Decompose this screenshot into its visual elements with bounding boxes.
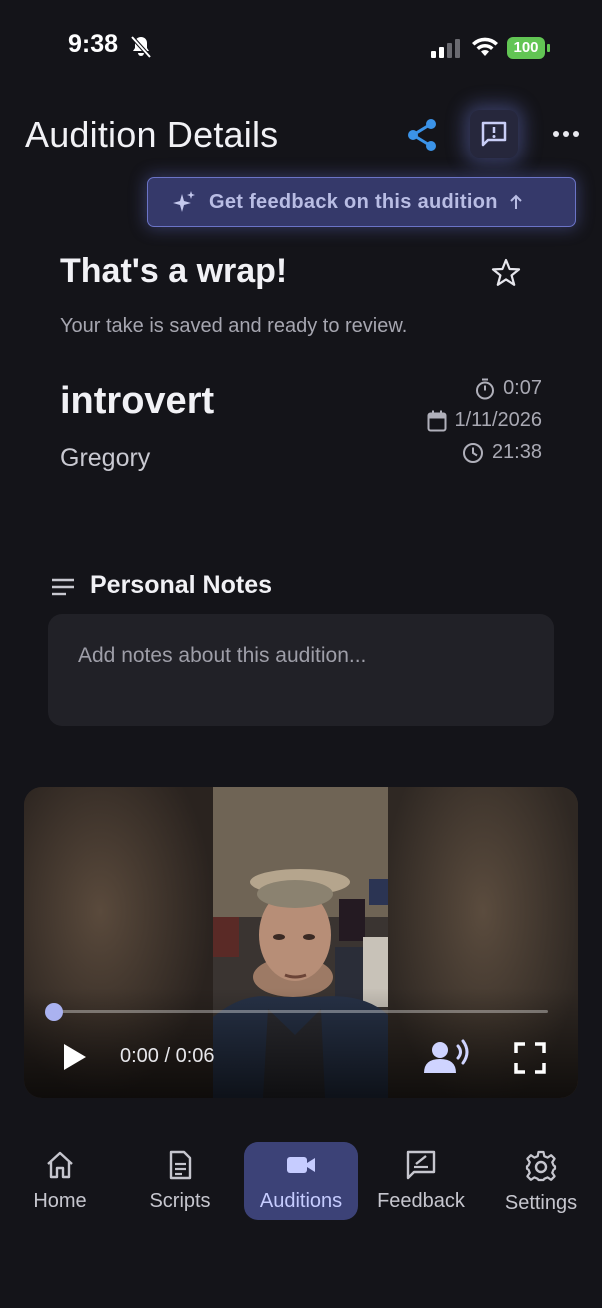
nav-label-scripts: Scripts (149, 1190, 211, 1212)
nav-label-settings: Settings (504, 1192, 578, 1214)
time-value: 21:38 (491, 441, 542, 463)
star-icon[interactable] (490, 257, 522, 289)
more-options-icon[interactable] (548, 124, 584, 144)
feedback-alert-icon (481, 121, 507, 147)
status-time: 9:38 (68, 30, 119, 58)
script-title: introvert (60, 380, 215, 422)
home-icon (47, 1151, 73, 1179)
progress-knob[interactable] (45, 1003, 63, 1021)
nav-label-home: Home (33, 1190, 87, 1212)
video-time-display: 0:00 / 0:06 (120, 1045, 215, 1067)
notes-container (48, 614, 554, 726)
duration-value: 0:07 (503, 377, 542, 399)
duration-row: 0:07 (475, 377, 542, 400)
nav-item-feedback[interactable]: Feedback (364, 1142, 478, 1220)
arrow-up-icon (510, 194, 522, 209)
nav-item-home[interactable]: Home (3, 1142, 117, 1220)
feedback-button[interactable] (470, 110, 518, 158)
fullscreen-icon[interactable] (514, 1042, 546, 1074)
wrap-heading: That's a wrap! (60, 252, 288, 290)
page-title: Audition Details (25, 114, 279, 155)
gear-icon (525, 1150, 557, 1182)
wrap-subtitle: Your take is saved and ready to review. (60, 315, 408, 337)
nav-label-feedback: Feedback (377, 1190, 465, 1212)
bottom-nav: Home Scripts Auditions Feedback Settings (0, 1130, 602, 1230)
date-value: 1/11/2026 (454, 409, 543, 431)
clock-icon (462, 442, 483, 463)
sparkle-icon (173, 191, 195, 212)
nav-item-auditions[interactable]: Auditions (244, 1142, 358, 1220)
nav-item-scripts[interactable]: Scripts (123, 1142, 237, 1220)
share-icon[interactable] (404, 117, 440, 153)
battery-level: 100 (507, 37, 545, 59)
notes-lines-icon (52, 578, 74, 596)
feedback-icon (406, 1150, 436, 1180)
document-icon (169, 1150, 192, 1180)
bell-slash-icon (130, 35, 152, 59)
notes-heading: Personal Notes (90, 571, 273, 599)
battery-indicator: 100 (507, 37, 551, 59)
nav-item-settings[interactable]: Settings (484, 1142, 598, 1220)
date-row: 1/11/2026 (427, 409, 543, 432)
video-player[interactable]: 0:00 / 0:06 (24, 787, 578, 1098)
voice-speaker-icon[interactable] (422, 1039, 470, 1075)
feedback-banner-label: Get feedback on this audition (209, 190, 498, 213)
cellular-signal-icon (431, 39, 460, 58)
get-feedback-banner[interactable]: Get feedback on this audition (147, 177, 576, 227)
time-row: 21:38 (462, 441, 542, 464)
notes-input[interactable] (78, 644, 524, 668)
nav-label-auditions: Auditions (259, 1190, 343, 1212)
stopwatch-icon (476, 378, 495, 399)
wifi-icon (472, 37, 498, 56)
video-camera-icon (287, 1157, 315, 1173)
play-icon[interactable] (62, 1042, 88, 1072)
progress-track[interactable] (54, 1010, 548, 1013)
character-name: Gregory (60, 444, 151, 472)
calendar-icon (427, 410, 446, 431)
video-controls-shade (24, 988, 578, 1098)
